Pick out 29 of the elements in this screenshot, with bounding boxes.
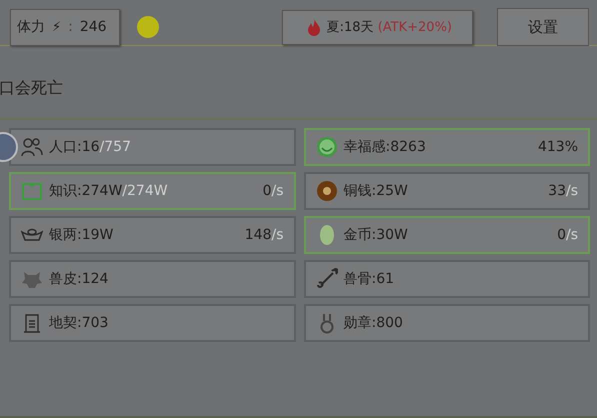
coin-icon: [316, 180, 338, 202]
stamina-label: 体力: [17, 18, 45, 36]
book-icon: [21, 180, 43, 202]
scroll-icon: [21, 312, 43, 334]
flame-icon: [306, 18, 321, 36]
resource-rate: 33/s: [548, 183, 578, 199]
resource-rate: 0/s: [557, 227, 578, 243]
resource-value: 知识:274W/274W: [49, 182, 168, 200]
resource-value: 银两:19W: [49, 226, 114, 244]
season-button[interactable]: 夏:18天 (ATK+20%): [282, 10, 473, 44]
resource-value: 幸福感:8263: [344, 138, 426, 156]
settings-button[interactable]: 设置: [497, 8, 589, 46]
resource-value: 勋章:800: [344, 314, 403, 332]
resource-value: 金币:30W: [344, 226, 408, 244]
resource-value: 兽骨:61: [344, 270, 394, 288]
message-text: 口会死亡: [0, 77, 64, 99]
stamina-value: 246: [80, 19, 107, 35]
resource-value: 兽皮:124: [49, 270, 108, 288]
sun-icon: [136, 16, 159, 38]
resource-value: 铜钱:25W: [344, 182, 408, 200]
people-icon: [21, 136, 43, 158]
resource-rate: 413%: [538, 139, 578, 155]
lightning-icon: ⚡: [52, 20, 62, 34]
separator: :: [68, 19, 73, 35]
resource-value: 人口:16/757: [49, 138, 131, 156]
resource-rate: 148/s: [244, 227, 284, 243]
resource-value: 地契:703: [49, 314, 108, 332]
smiley-icon: [316, 136, 338, 158]
resource-rate: 0/s: [262, 183, 284, 199]
